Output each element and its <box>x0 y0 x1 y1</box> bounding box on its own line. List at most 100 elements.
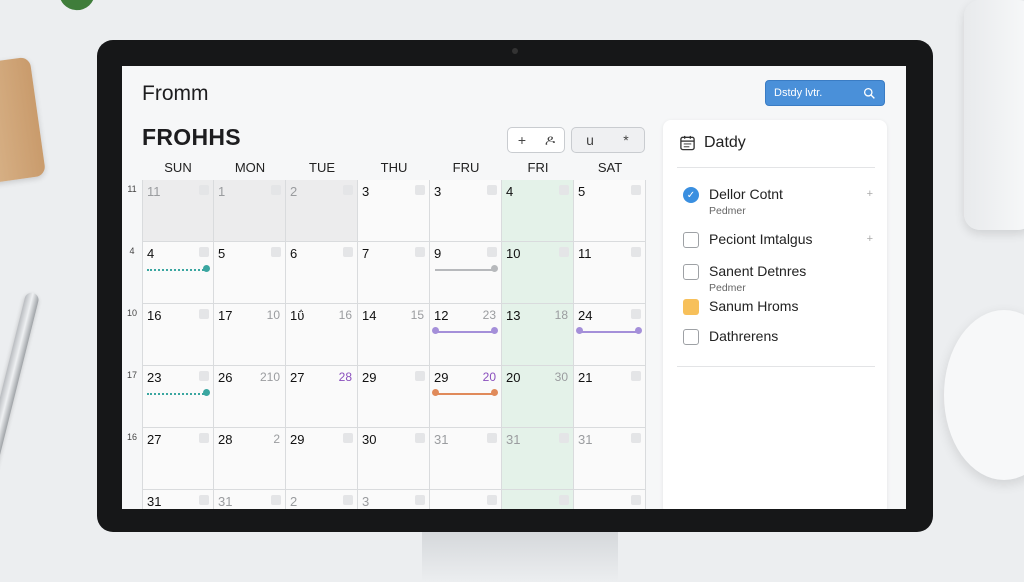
cell-checkbox[interactable] <box>631 247 641 257</box>
day-cell[interactable]: 29 <box>286 428 358 490</box>
day-cell[interactable]: 17 10 <box>214 304 286 366</box>
day-number: 26 <box>218 370 233 385</box>
day-cell[interactable]: 16 <box>142 304 214 366</box>
task-label: Dellor Cotnt <box>709 186 783 202</box>
cell-checkbox[interactable] <box>631 185 641 195</box>
person-icon[interactable]: ዶ <box>536 128 564 152</box>
day-cell[interactable] <box>502 490 574 509</box>
day-cell[interactable]: 2 <box>286 180 358 242</box>
day-number: 24 <box>578 308 593 323</box>
day-cell[interactable]: 10 <box>502 242 574 304</box>
cell-checkbox[interactable] <box>487 185 497 195</box>
cell-checkbox[interactable] <box>415 433 425 443</box>
day-cell[interactable]: 4 <box>142 242 214 304</box>
cell-checkbox[interactable] <box>199 371 209 381</box>
task-item[interactable]: Sanent Detnres Pedmer <box>683 263 873 294</box>
day-cell[interactable]: 31 <box>574 428 646 490</box>
cell-checkbox[interactable] <box>199 495 209 505</box>
task-item[interactable]: Peciont Imtalgus + <box>683 231 873 248</box>
day-cell[interactable]: 24 <box>574 304 646 366</box>
task-checkbox[interactable] <box>683 299 699 315</box>
day-cell[interactable]: 11 <box>574 242 646 304</box>
cell-checkbox[interactable] <box>415 371 425 381</box>
day-cell[interactable]: 27 28 <box>286 366 358 428</box>
cell-checkbox[interactable] <box>199 247 209 257</box>
day-cell[interactable]: 1ΰ 16 <box>286 304 358 366</box>
day-cell[interactable]: 14 15 <box>358 304 430 366</box>
cell-checkbox[interactable] <box>415 495 425 505</box>
task-item[interactable]: Sanum Hroms <box>683 298 873 315</box>
day-cell[interactable]: 4 <box>502 180 574 242</box>
cell-checkbox[interactable] <box>199 309 209 319</box>
cell-checkbox[interactable] <box>559 495 569 505</box>
plus-icon[interactable]: + <box>508 128 536 152</box>
cell-checkbox[interactable] <box>559 247 569 257</box>
day-cell[interactable]: 3 <box>430 180 502 242</box>
day-cell[interactable]: 31 <box>502 428 574 490</box>
day-cell[interactable]: 2 <box>286 490 358 509</box>
day-cell[interactable]: 29 20 <box>430 366 502 428</box>
cell-checkbox[interactable] <box>199 433 209 443</box>
day-cell[interactable]: 3 <box>358 490 430 509</box>
task-item[interactable]: Dathrerens <box>683 328 873 345</box>
cell-checkbox[interactable] <box>631 433 641 443</box>
day-number: 28 <box>218 432 233 447</box>
cell-checkbox[interactable] <box>559 185 569 195</box>
day-cell[interactable]: 11 <box>142 180 214 242</box>
cell-checkbox[interactable] <box>631 371 641 381</box>
cell-checkbox[interactable] <box>487 495 497 505</box>
cell-checkbox[interactable] <box>631 495 641 505</box>
day-cell[interactable]: 31 <box>430 428 502 490</box>
day-cell[interactable]: 9 <box>430 242 502 304</box>
day-cell[interactable]: 27 <box>142 428 214 490</box>
settings-icon[interactable]: * <box>608 128 644 152</box>
day-cell[interactable]: 1 <box>214 180 286 242</box>
cell-checkbox[interactable] <box>343 185 353 195</box>
day-cell[interactable]: 6 <box>286 242 358 304</box>
cell-checkbox[interactable] <box>559 433 569 443</box>
task-checkbox[interactable] <box>683 232 699 248</box>
cell-checkbox[interactable] <box>631 309 641 319</box>
day-cell[interactable]: 20 30 <box>502 366 574 428</box>
cell-checkbox[interactable] <box>415 185 425 195</box>
view-icon[interactable]: u <box>572 128 608 152</box>
cell-checkbox[interactable] <box>415 247 425 257</box>
checked-icon[interactable]: ✓ <box>683 187 699 203</box>
cell-checkbox[interactable] <box>271 495 281 505</box>
day-cell[interactable] <box>574 490 646 509</box>
task-checkbox[interactable] <box>683 329 699 345</box>
cell-checkbox[interactable] <box>199 185 209 195</box>
day-cell[interactable]: 30 <box>358 428 430 490</box>
day-cell[interactable]: 13 18 <box>502 304 574 366</box>
day-cell[interactable]: 7 <box>358 242 430 304</box>
day-cell[interactable]: 31 <box>214 490 286 509</box>
alt-date: 30 <box>554 370 568 384</box>
day-cell[interactable]: 31 <box>142 490 214 509</box>
day-cell[interactable]: 21 <box>574 366 646 428</box>
day-cell[interactable]: 23 <box>142 366 214 428</box>
day-cell[interactable]: 5 <box>214 242 286 304</box>
cell-checkbox[interactable] <box>271 247 281 257</box>
day-cell[interactable]: 28 2 <box>214 428 286 490</box>
day-number: 31 <box>434 432 449 447</box>
search-button[interactable]: Dstdy lvtr. <box>765 80 885 106</box>
day-cell[interactable]: 3 <box>358 180 430 242</box>
cell-checkbox[interactable] <box>343 433 353 443</box>
cell-checkbox[interactable] <box>343 247 353 257</box>
day-number: 16 <box>147 308 162 323</box>
day-cell[interactable] <box>430 490 502 509</box>
cell-checkbox[interactable] <box>487 433 497 443</box>
day-cell[interactable]: 12 23 <box>430 304 502 366</box>
task-checkbox[interactable] <box>683 264 699 280</box>
day-cell[interactable]: 26 210 <box>214 366 286 428</box>
toolbar-group-add: + ዶ <box>507 127 565 153</box>
day-cell[interactable]: 5 <box>574 180 646 242</box>
day-number: 20 <box>506 370 521 385</box>
cell-checkbox[interactable] <box>487 247 497 257</box>
cell-checkbox[interactable] <box>343 495 353 505</box>
day-cell[interactable]: 29 <box>358 366 430 428</box>
alt-date: 16 <box>338 308 352 322</box>
task-item[interactable]: ✓ Dellor Cotnt Pedmer + <box>683 186 873 217</box>
cell-checkbox[interactable] <box>271 185 281 195</box>
day-number: 31 <box>578 432 593 447</box>
